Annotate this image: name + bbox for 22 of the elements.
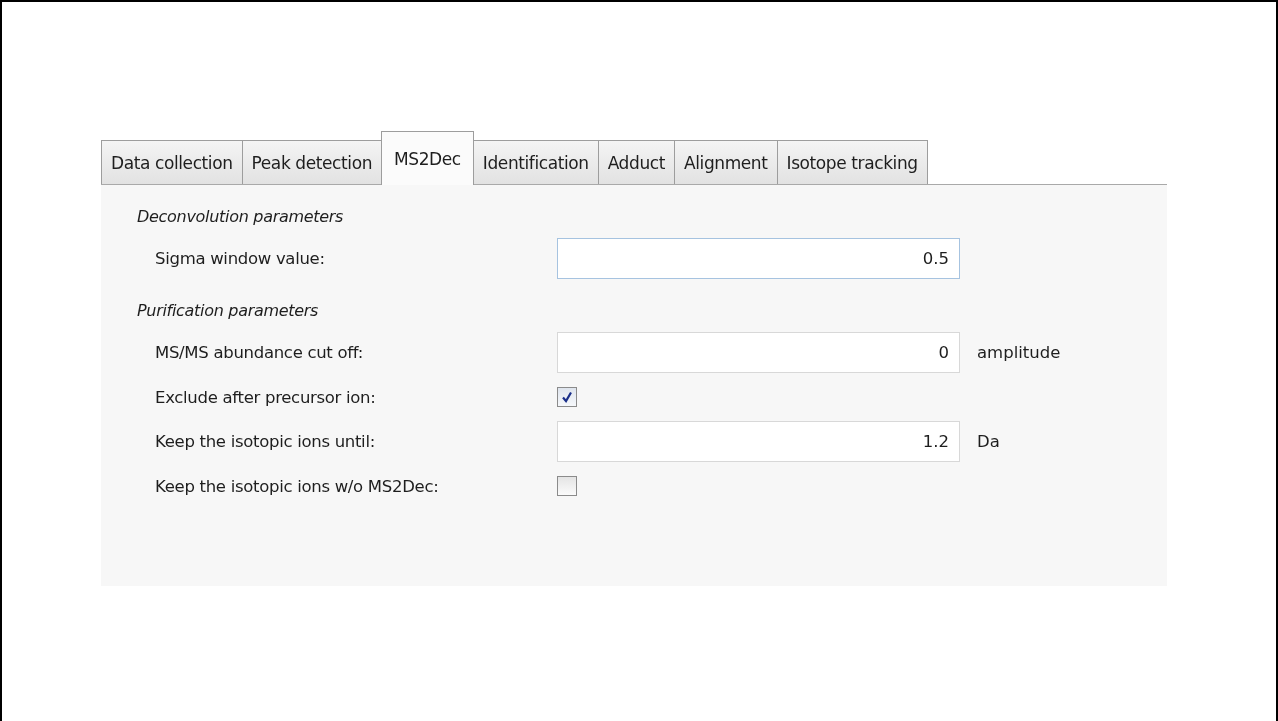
input-field[interactable]: 1.2 bbox=[557, 421, 960, 462]
field-label: Keep the isotopic ions until: bbox=[155, 432, 375, 451]
checkmark-icon bbox=[561, 391, 573, 403]
input-field[interactable]: 0 bbox=[557, 332, 960, 373]
field-label: Keep the isotopic ions w/o MS2Dec: bbox=[155, 476, 439, 496]
unit-label: Da bbox=[977, 432, 1000, 451]
tab[interactable]: Adduct bbox=[597, 140, 675, 184]
input-field[interactable]: 0.5 bbox=[557, 238, 960, 279]
checkbox[interactable] bbox=[557, 476, 577, 496]
tab[interactable]: Peak detection bbox=[241, 140, 383, 184]
tab[interactable]: MS2Dec bbox=[381, 131, 474, 185]
tab[interactable]: Data collection bbox=[101, 140, 243, 184]
unit-label: amplitude bbox=[977, 343, 1061, 362]
field-label: MS/MS abundance cut off: bbox=[155, 343, 363, 362]
checkbox[interactable] bbox=[557, 387, 577, 407]
field-label: Exclude after precursor ion: bbox=[155, 387, 376, 407]
section-heading: Deconvolution parameters bbox=[137, 207, 344, 226]
tab[interactable]: Isotope tracking bbox=[776, 140, 928, 184]
tab[interactable]: Alignment bbox=[674, 140, 778, 184]
tab[interactable]: Identification bbox=[472, 140, 599, 184]
section-heading: Purification parameters bbox=[137, 301, 319, 320]
field-label: Sigma window value: bbox=[155, 249, 325, 268]
